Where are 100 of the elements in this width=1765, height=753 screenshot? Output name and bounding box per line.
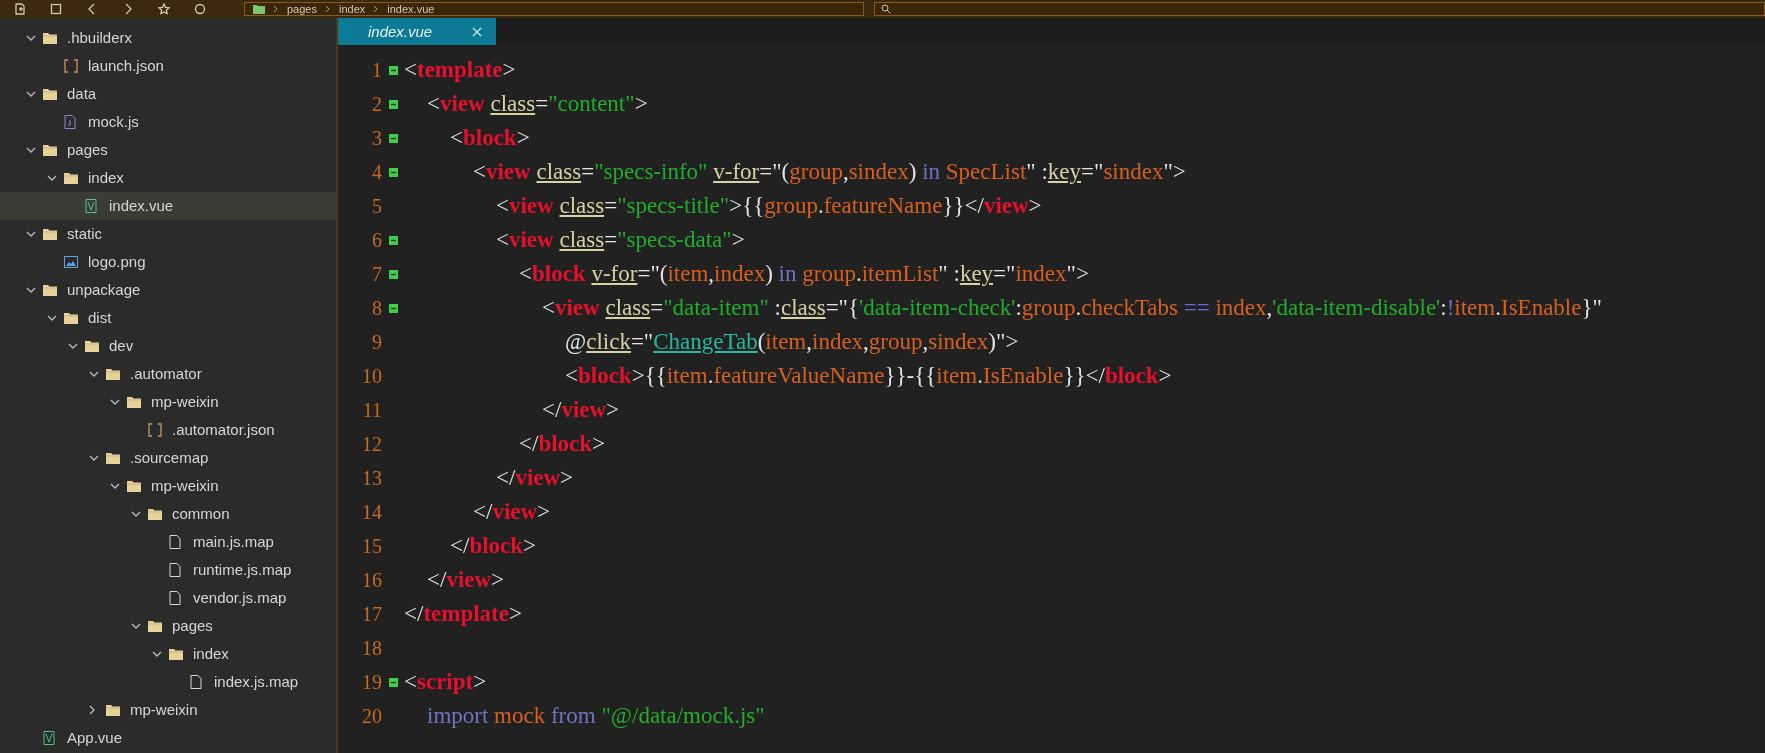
- close-icon[interactable]: [472, 26, 483, 37]
- tree-item[interactable]: pages: [0, 612, 336, 640]
- document-icon: [169, 563, 181, 577]
- code-line: <view class="content">: [426, 91, 648, 117]
- folder-icon: [106, 452, 120, 464]
- line-number: 3: [371, 126, 382, 150]
- document-icon: [85, 199, 97, 213]
- fold-marker-icon[interactable]: [388, 99, 398, 109]
- tree-item[interactable]: logo.png: [0, 248, 336, 276]
- code-line: @click="ChangeTab(item,index,group,sindex)">: [564, 329, 1019, 355]
- folder-icon: [43, 284, 57, 296]
- line-number: 18: [361, 636, 382, 660]
- editor-tab[interactable]: index.vue: [338, 18, 497, 45]
- tree-item[interactable]: data: [0, 80, 336, 108]
- code-line: import mock from "@/data/mock.js": [426, 703, 765, 729]
- document-icon: [190, 675, 202, 689]
- tree-item[interactable]: static: [0, 220, 336, 248]
- folder-icon: [43, 144, 57, 156]
- star-icon[interactable]: [158, 3, 170, 15]
- fold-marker-icon[interactable]: [388, 677, 398, 687]
- document-icon: [64, 115, 76, 129]
- code-line: </view>: [541, 397, 620, 423]
- line-number: 14: [361, 500, 382, 524]
- search-field[interactable]: [874, 2, 1765, 16]
- line-number: 7: [371, 262, 382, 286]
- chevron-icon: [325, 5, 331, 13]
- tree-item[interactable]: mp-weixin: [0, 696, 336, 724]
- fold-marker-icon[interactable]: [388, 167, 398, 177]
- line-number: 2: [371, 92, 382, 116]
- circle-icon[interactable]: [194, 3, 206, 15]
- tree-item[interactable]: unpackage: [0, 276, 336, 304]
- tree-item[interactable]: dist: [0, 304, 336, 332]
- code-line: <script>: [404, 669, 487, 695]
- tree-item[interactable]: runtime.js.map: [0, 556, 336, 584]
- image-icon: [64, 256, 78, 268]
- folder-icon: [127, 480, 141, 492]
- fold-marker-icon[interactable]: [388, 269, 398, 279]
- folder-icon: [64, 172, 78, 184]
- folder-icon: [127, 396, 141, 408]
- tree-item[interactable]: main.js.map: [0, 528, 336, 556]
- code-line: </view>: [495, 465, 574, 491]
- folder-icon: [43, 88, 57, 100]
- folder-icon: [148, 620, 162, 632]
- folder-icon: [169, 648, 183, 660]
- folder-icon: [106, 704, 120, 716]
- code-line: <view class="specs-data">: [495, 227, 745, 253]
- line-number: 13: [361, 466, 382, 490]
- line-number: 20: [361, 704, 382, 728]
- line-number: 10: [361, 364, 382, 388]
- square-icon[interactable]: [50, 3, 62, 15]
- fold-marker-icon[interactable]: [388, 303, 398, 313]
- folder-icon: [253, 4, 265, 14]
- tree-item[interactable]: pages: [0, 136, 336, 164]
- line-number: 16: [361, 568, 382, 592]
- tree-item[interactable]: common: [0, 500, 336, 528]
- tree-item[interactable]: .automator: [0, 360, 336, 388]
- fold-marker-icon[interactable]: [388, 235, 398, 245]
- code-line: </block>: [449, 533, 537, 559]
- document-icon: [169, 535, 181, 549]
- code-line: <block v-for="(item,index) in group.itemList" :key="index">: [518, 261, 1089, 287]
- code-line: <template>: [404, 57, 516, 83]
- tree-item[interactable]: mp-weixin: [0, 388, 336, 416]
- fold-marker-icon[interactable]: [388, 65, 398, 75]
- code-line: </template>: [404, 601, 522, 627]
- new-file-icon[interactable]: [14, 3, 26, 15]
- fold-marker-icon[interactable]: [388, 133, 398, 143]
- line-number: 4: [371, 160, 382, 184]
- breadcrumb-item[interactable]: index.vue: [387, 3, 435, 15]
- breadcrumb-item[interactable]: pages: [287, 3, 317, 15]
- line-number: 9: [371, 330, 382, 354]
- tree-item[interactable]: dev: [0, 332, 336, 360]
- tree-item[interactable]: .automator.json: [0, 416, 336, 444]
- folder-icon: [64, 312, 78, 324]
- tree-item[interactable]: launch.json: [0, 52, 336, 80]
- code-line: <view class="specs-info" v-for="(group,sindex) in SpecList" :key="sindex">: [472, 159, 1186, 185]
- line-number: 1: [371, 58, 382, 82]
- breadcrumb-item[interactable]: index: [339, 3, 366, 15]
- code-line: <view class="specs-title">{{group.featureName}}</view>: [495, 193, 1042, 219]
- code-line: <block>: [449, 125, 530, 151]
- tree-item[interactable]: index.js.map: [0, 668, 336, 696]
- tree-item[interactable]: mock.js: [0, 108, 336, 136]
- line-number: 15: [361, 534, 382, 558]
- tree-item[interactable]: .sourcemap: [0, 444, 336, 472]
- folder-icon: [85, 340, 99, 352]
- folder-icon: [148, 508, 162, 520]
- tree-item[interactable]: .hbuilderx: [0, 24, 336, 52]
- tree-item[interactable]: index: [0, 164, 336, 192]
- tree-item[interactable]: App.vue: [0, 724, 336, 752]
- line-number: 5: [371, 194, 382, 218]
- tree-item[interactable]: vendor.js.map: [0, 584, 336, 612]
- code-line: </block>: [518, 431, 606, 457]
- folder-icon: [43, 228, 57, 240]
- tree-item[interactable]: index.vue: [0, 192, 336, 220]
- tree-item[interactable]: index: [0, 640, 336, 668]
- line-number: 12: [361, 432, 382, 456]
- document-icon: [43, 731, 55, 745]
- brackets-icon: [64, 59, 78, 73]
- code-line: <view class="data-item" :class="{'data-item-check':group.checkTabs == index,'data-item-disable':!item.IsEnable}": [541, 295, 1602, 321]
- search-icon[interactable]: [881, 4, 891, 14]
- tree-item[interactable]: mp-weixin: [0, 472, 336, 500]
